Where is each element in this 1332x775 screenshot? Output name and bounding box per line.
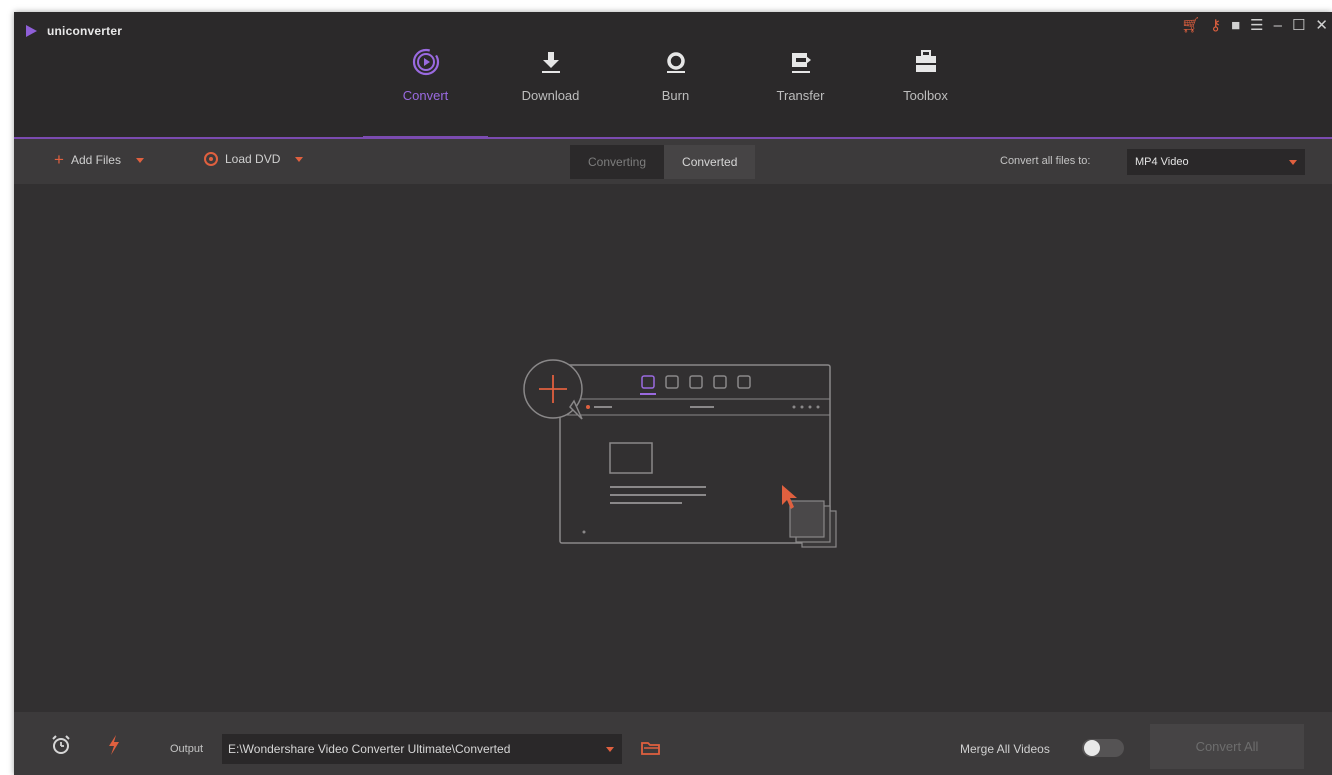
nav-toolbox-label: Toolbox [903,88,948,103]
convert-all-files-label: Convert all files to: [1000,155,1091,167]
maximize-icon[interactable]: ☐ [1292,17,1305,35]
convert-icon [410,46,442,78]
folder-icon[interactable] [641,740,661,761]
output-label: Output [170,743,204,755]
merge-all-videos-label: Merge All Videos [960,742,1050,756]
chat-icon[interactable]: ■ [1231,17,1240,35]
close-icon[interactable]: ✕ [1315,17,1328,35]
add-files-label: Add Files [70,153,121,167]
output-path-select[interactable]: E:\Wondershare Video Converter Ultimate\… [222,734,622,764]
app-logo: uniconverter [26,24,122,38]
burn-icon [662,46,690,78]
output-format-select[interactable]: MP4 Video [1127,149,1305,175]
status-tabs: Converting Converted [570,145,756,179]
bottom-bar: Output E:\Wondershare Video Converter Ul… [14,712,1332,775]
output-path-value: E:\Wondershare Video Converter Ultimate\… [228,742,511,756]
download-icon [537,46,565,78]
merge-toggle[interactable] [1082,739,1124,757]
window-controls: 🛒︎ ⚷ ■ ☰ – ☐ ✕ [1181,17,1328,35]
output-format-value: MP4 Video [1135,156,1189,168]
nav-convert-label: Convert [402,88,449,103]
nav-download-label: Download [521,88,580,103]
nav-burn-label: Burn [661,88,690,103]
toolbar: + Add Files Load DVD Converting Converte… [14,139,1332,184]
menu-icon[interactable]: ☰ [1250,17,1263,35]
main-nav: Convert Download Burn Transfer Toolbox [363,12,988,139]
dvd-icon [204,152,218,166]
nav-toolbox[interactable]: Toolbox [863,12,988,137]
chevron-down-icon[interactable] [295,156,304,162]
tab-converted[interactable]: Converted [664,145,756,179]
add-files-button[interactable]: + Add Files [54,150,144,169]
add-files-illustration[interactable] [504,347,844,567]
chevron-down-icon [606,746,614,752]
toggle-knob [1084,740,1100,756]
nav-transfer[interactable]: Transfer [738,12,863,137]
alarm-clock-icon[interactable] [50,734,72,761]
chevron-down-icon [1289,159,1297,165]
nav-download[interactable]: Download [488,12,613,137]
app-window: uniconverter 🛒︎ ⚷ ■ ☰ – ☐ ✕ Convert Down… [14,12,1332,775]
chevron-down-icon[interactable] [135,157,144,163]
nav-transfer-label: Transfer [776,88,825,103]
toolbox-icon [912,46,940,78]
title-bar: uniconverter 🛒︎ ⚷ ■ ☰ – ☐ ✕ Convert Down… [14,12,1332,139]
play-logo-icon [26,25,37,37]
nav-burn[interactable]: Burn [613,12,738,137]
nav-convert[interactable]: Convert [363,12,488,139]
tab-converting[interactable]: Converting [570,145,665,179]
minimize-icon[interactable]: – [1274,17,1282,35]
load-dvd-button[interactable]: Load DVD [204,152,304,166]
lightning-icon[interactable] [106,734,122,761]
key-icon[interactable]: ⚷ [1210,17,1221,35]
load-dvd-label: Load DVD [225,152,281,166]
plus-icon: + [54,150,64,169]
cart-icon[interactable]: 🛒︎ [1181,17,1200,35]
convert-all-button[interactable]: Convert All [1150,724,1304,769]
transfer-icon [787,46,815,78]
app-title: uniconverter [47,24,123,38]
